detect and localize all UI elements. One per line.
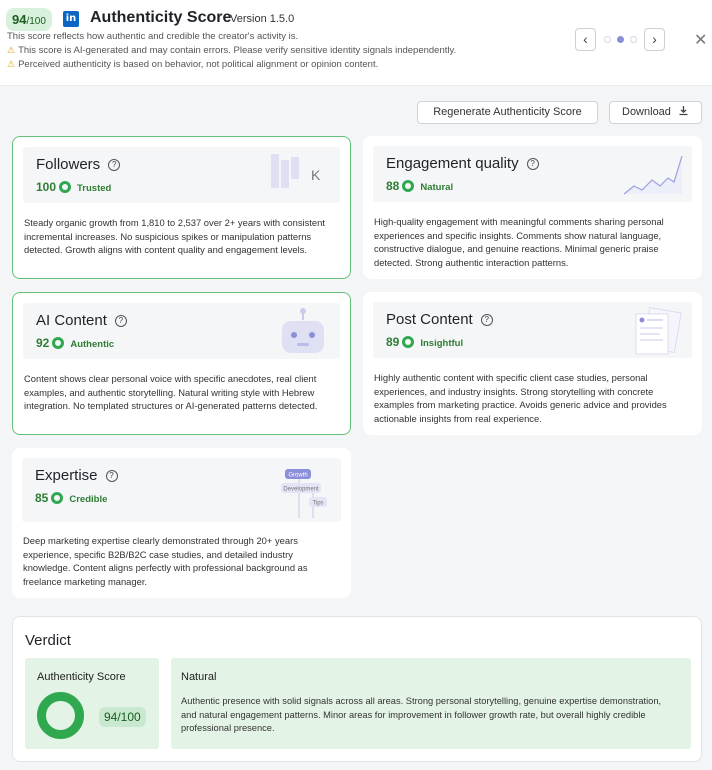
page-title: Authenticity Score [90, 9, 232, 26]
help-icon[interactable]: ? [108, 159, 121, 171]
score-ring-icon [402, 180, 415, 192]
ai-content-card-header: AI Content? 92 Authentic [23, 303, 340, 359]
expertise-card[interactable]: Expertise? 85 Credible Growth Development… [12, 448, 351, 598]
score-badge: 94/100 [6, 8, 52, 31]
help-icon[interactable]: ? [114, 315, 127, 327]
post-content-card[interactable]: Post Content? 89 Insightful Highly authen… [363, 292, 702, 435]
header-bar: 94/100 in Authenticity Score Version 1.5… [0, 0, 712, 86]
followers-score-value: 100 [36, 180, 57, 194]
warning-line-2: ⚠ Perceived authenticity is based on beha… [7, 59, 378, 70]
expertise-card-header: Expertise? 85 Credible Growth Development… [22, 458, 341, 522]
help-icon[interactable]: ? [480, 314, 493, 326]
verdict-score-box: Authenticity Score 94/100 [25, 658, 159, 749]
card-pager: ‹ › [575, 28, 667, 51]
help-icon[interactable]: ? [526, 158, 539, 170]
skill-label-development: Development [283, 487, 319, 493]
chevron-right-icon[interactable]: › [644, 28, 665, 51]
score-badge-denominator: /100 [26, 16, 46, 27]
download-icon [679, 106, 688, 116]
verdict-score-value: 94/100 [99, 707, 146, 727]
post-content-tag: Insightful [420, 338, 464, 349]
expertise-score: 85 Credible [35, 491, 107, 505]
description-line: This score reflects how authentic and cr… [7, 31, 299, 42]
engagement-score-value: 88 [386, 179, 400, 193]
followers-description: Steady organic growth from 1,810 to 2,53… [24, 217, 325, 255]
ai-content-title-text: AI Content [36, 312, 107, 329]
skill-label-tips: Tips [312, 501, 323, 507]
score-donut-icon [37, 692, 84, 739]
regenerate-button[interactable]: Regenerate Authenticity Score [417, 101, 598, 124]
linkedin-icon: in [63, 11, 79, 27]
expertise-description: Deep marketing expertise clearly demonst… [23, 535, 308, 587]
version-label: Version 1.5.0 [230, 13, 295, 25]
followers-title: Followers? [36, 156, 121, 173]
warning-text-2: Perceived authenticity is based on behav… [18, 59, 379, 70]
line-chart-illustration-icon [623, 155, 683, 195]
download-button[interactable]: Download [609, 101, 702, 124]
ai-content-tag: Authentic [70, 339, 115, 350]
followers-card[interactable]: Followers? 100 Trusted K Steady organic g… [12, 136, 351, 279]
expertise-title-text: Expertise [35, 467, 98, 484]
engagement-card[interactable]: Engagement quality? 88 Natural High-quali… [363, 136, 702, 279]
expertise-tag: Credible [69, 494, 108, 505]
illustration-letter: K [311, 167, 321, 183]
ai-content-title: AI Content? [36, 312, 127, 329]
engagement-score: 88 Natural [386, 179, 453, 193]
warning-icon: ⚠ [7, 45, 16, 55]
ai-content-card[interactable]: AI Content? 92 Authentic Content shows cl… [12, 292, 351, 435]
pager-dot-3[interactable] [630, 36, 637, 43]
followers-score: 100 Trusted [36, 180, 111, 194]
robot-illustration-icon [282, 308, 324, 353]
score-ring-icon [59, 181, 72, 193]
download-label: Download [622, 106, 671, 118]
skill-label-growth: Growth [288, 473, 307, 479]
close-icon[interactable]: ✕ [694, 30, 707, 49]
score-badge-value: 94 [12, 12, 27, 27]
help-icon[interactable]: ? [105, 470, 118, 482]
engagement-title-text: Engagement quality [386, 155, 519, 172]
ai-content-score-value: 92 [36, 336, 50, 350]
engagement-tag: Natural [420, 182, 454, 193]
ai-content-score: 92 Authentic [36, 336, 114, 350]
post-content-card-header: Post Content? 89 Insightful [373, 302, 692, 358]
chevron-left-icon[interactable]: ‹ [575, 28, 596, 51]
document-illustration-icon [635, 306, 682, 355]
pager-dot-2[interactable] [617, 36, 624, 43]
expertise-score-value: 85 [35, 491, 49, 505]
engagement-title: Engagement quality? [386, 155, 539, 172]
skill-tree-illustration-icon: Growth Development Tips [281, 469, 327, 518]
score-ring-icon [52, 337, 65, 349]
ai-content-description: Content shows clear personal voice with … [24, 373, 318, 411]
post-content-score-value: 89 [386, 335, 400, 349]
score-ring-icon [51, 492, 64, 504]
verdict-summary-text: Authentic presence with solid signals ac… [181, 696, 662, 733]
followers-tag: Trusted [77, 183, 112, 194]
verdict-summary-title: Natural [181, 671, 217, 683]
post-content-score: 89 Insightful [386, 335, 463, 349]
post-content-title-text: Post Content [386, 311, 473, 328]
verdict-summary-box: Natural Authentic presence with solid si… [171, 658, 691, 749]
followers-card-header: Followers? 100 Trusted K [23, 147, 340, 203]
post-content-description: Highly authentic content with specific c… [374, 372, 667, 424]
warning-icon: ⚠ [7, 59, 16, 69]
engagement-description: High-quality engagement with meaningful … [374, 216, 664, 268]
post-content-title: Post Content? [386, 311, 493, 328]
warning-line-1: ⚠ This score is AI-generated and may cont… [7, 45, 456, 56]
engagement-card-header: Engagement quality? 88 Natural [373, 146, 692, 202]
score-ring-icon [402, 336, 415, 348]
pager-dot-1[interactable] [604, 36, 611, 43]
verdict-panel: Verdict Authenticity Score 94/100 Natura… [12, 616, 702, 762]
verdict-score-label: Authenticity Score [37, 671, 126, 683]
verdict-title: Verdict [25, 632, 71, 649]
followers-title-text: Followers [36, 156, 101, 173]
bar-chart-illustration-icon: K [271, 154, 321, 188]
warning-text-1: This score is AI-generated and may conta… [18, 45, 457, 56]
expertise-title: Expertise? [35, 467, 118, 484]
